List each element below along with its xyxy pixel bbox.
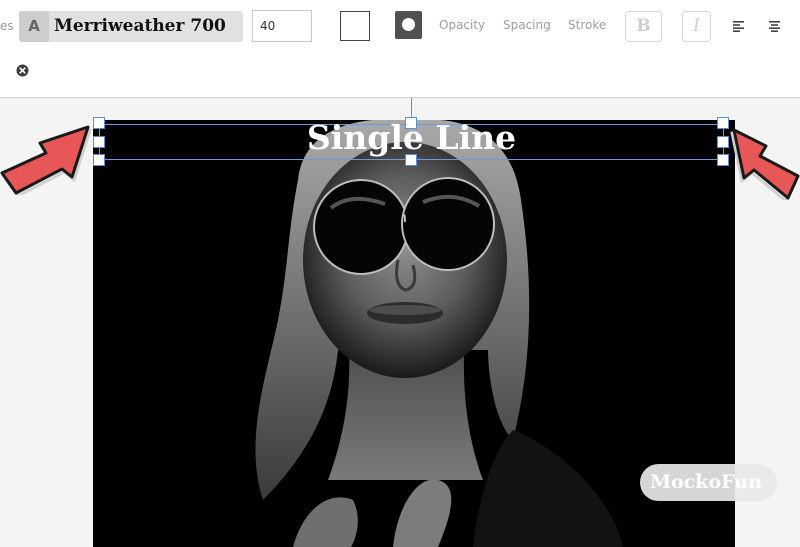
stroke-color-button[interactable] <box>395 11 422 39</box>
resize-handle-top-right[interactable] <box>717 117 729 129</box>
spacing-button[interactable]: Spacing <box>503 18 551 32</box>
font-family-picker[interactable]: A Merriweather 700 <box>19 11 243 42</box>
align-left-icon[interactable] <box>733 21 744 32</box>
text-toolbar: es A Merriweather 700 Opacity Spacing St… <box>0 0 800 98</box>
right-arrow-icon <box>730 128 800 200</box>
circle-icon <box>402 18 415 31</box>
stroke-button[interactable]: Stroke <box>568 18 606 32</box>
opacity-button[interactable]: Opacity <box>439 18 485 32</box>
align-center-icon[interactable] <box>769 21 780 32</box>
watermark-text: MockoFun <box>650 471 762 493</box>
text-color-swatch[interactable] <box>340 11 370 41</box>
resize-handle-bottom-right[interactable] <box>717 154 729 166</box>
font-size-input[interactable] <box>252 10 312 42</box>
cut-off-label: es <box>0 19 14 33</box>
mockofun-watermark: MockoFun <box>640 464 777 501</box>
bold-button[interactable]: B <box>625 11 662 42</box>
left-arrow-icon <box>0 125 92 195</box>
font-family-name: Merriweather 700 <box>54 16 226 36</box>
resize-handle-middle-right[interactable] <box>717 136 729 148</box>
close-circle-icon[interactable] <box>16 64 29 77</box>
resize-handle-top-center[interactable] <box>405 117 417 129</box>
font-badge: A <box>19 11 49 42</box>
italic-button[interactable]: I <box>682 11 711 42</box>
woman-portrait-image <box>93 120 735 547</box>
resize-handle-bottom-center[interactable] <box>405 154 417 166</box>
portrait-photo[interactable] <box>93 120 735 547</box>
